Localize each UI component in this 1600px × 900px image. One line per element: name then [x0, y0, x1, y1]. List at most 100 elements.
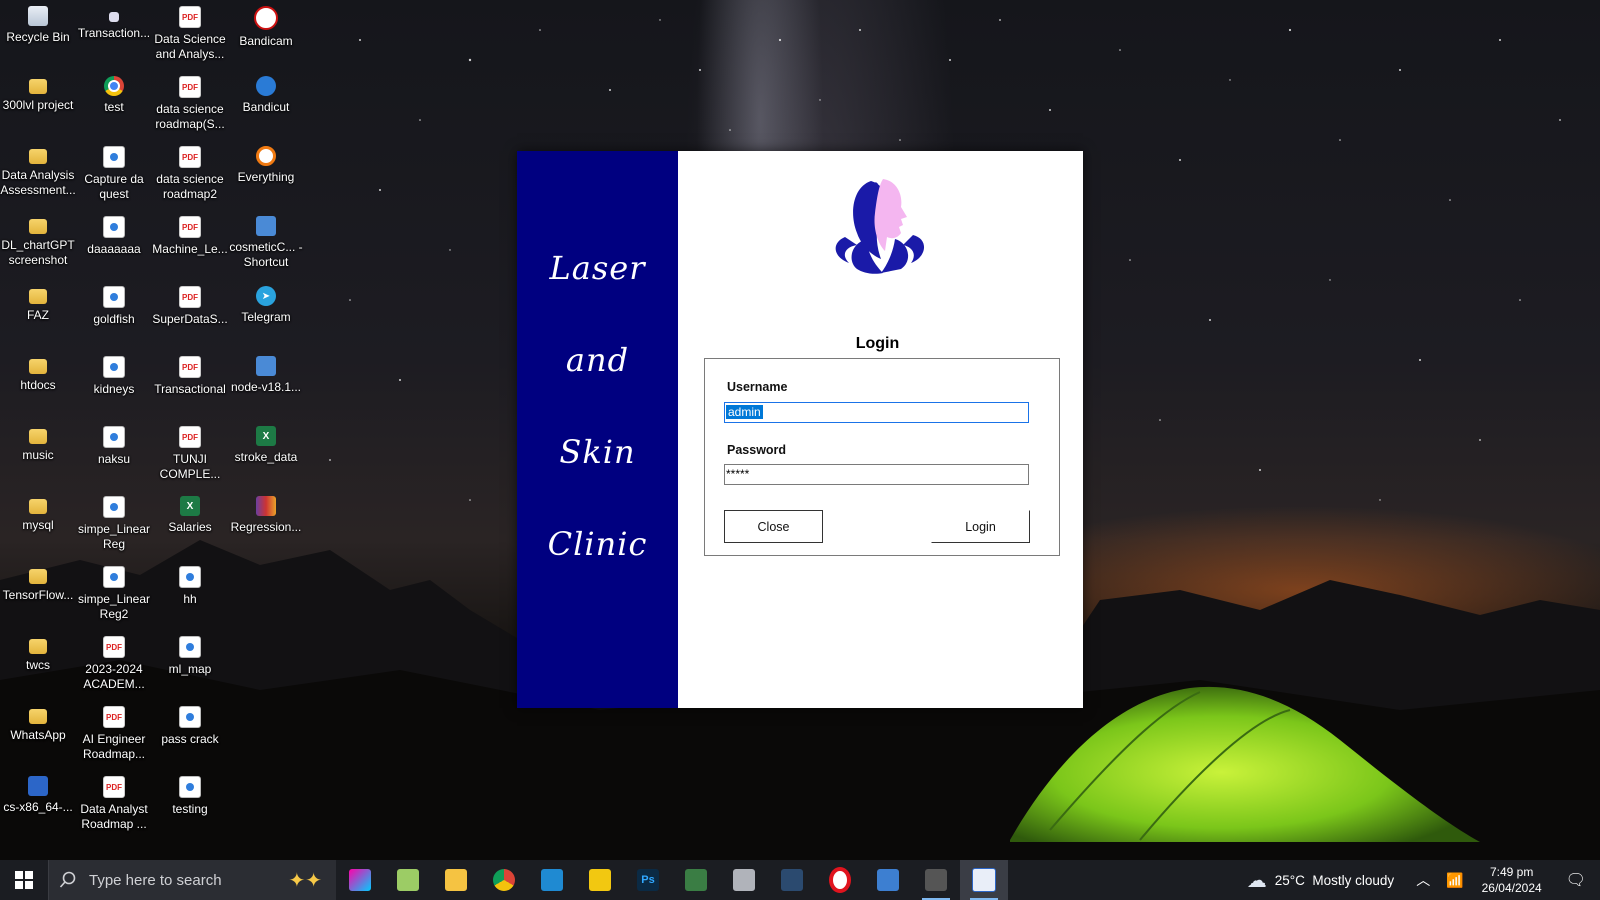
login-button[interactable]: Login	[931, 510, 1030, 543]
username-value: admin	[726, 405, 763, 419]
image-icon	[103, 426, 125, 448]
network-icon[interactable]: 📶	[1438, 872, 1471, 889]
chrome-icon	[104, 76, 124, 96]
desktop-icon-whatsapp[interactable]: WhatsApp	[0, 700, 76, 766]
image-icon	[179, 566, 201, 588]
taskbar-app-notepad-plus[interactable]	[384, 860, 432, 900]
desktop-icon-twcs[interactable]: twcs	[0, 630, 76, 696]
desktop-icon-telegram[interactable]: Telegram	[228, 280, 304, 346]
desktop-icon-transaction[interactable]: Transaction...	[76, 0, 152, 66]
desktop-icon-2023-2024-academ[interactable]: 2023-2024 ACADEM...	[76, 630, 152, 696]
desktop-icon-bandicam[interactable]: Bandicam	[228, 0, 304, 66]
taskbar-app-anaconda[interactable]	[672, 860, 720, 900]
banner-word-and: and	[565, 341, 630, 379]
taskbar-app-database[interactable]	[720, 860, 768, 900]
desktop-icon-faz[interactable]: FAZ	[0, 280, 76, 346]
mysql-workbench-icon	[781, 869, 803, 891]
desktop-icon-capture-da-quest[interactable]: Capture da quest	[76, 140, 152, 206]
taskbar-app-photoshop[interactable]: Ps	[624, 860, 672, 900]
desktop-icon-node[interactable]: node-v18.1...	[228, 350, 304, 416]
folder-icon	[29, 499, 47, 514]
taskbar-app-file-explorer[interactable]	[432, 860, 480, 900]
image-icon	[103, 566, 125, 588]
taskbar-app-mysql-workbench[interactable]	[768, 860, 816, 900]
image-icon	[103, 216, 125, 238]
taskbar-search-box[interactable]: Type here to search ✦✦	[48, 860, 336, 900]
side-banner: Laser and Skin Clinic	[517, 151, 678, 708]
pdf-icon	[179, 76, 201, 98]
desktop-icon-htdocs[interactable]: htdocs	[0, 350, 76, 416]
search-icon	[59, 871, 76, 888]
desktop-icon-data-analysis-assessment[interactable]: Data Analysis Assessment...	[0, 140, 76, 206]
taskbar-app-power-bi[interactable]	[576, 860, 624, 900]
taskbar-app-remote-desktop[interactable]	[864, 860, 912, 900]
password-field[interactable]: *****	[724, 464, 1029, 485]
anaconda-icon	[685, 869, 707, 891]
folder-icon	[29, 639, 47, 654]
desktop-icon-daaaaaaa[interactable]: daaaaaaa	[76, 210, 152, 276]
taskbar-app-copilot[interactable]	[336, 860, 384, 900]
remote-desktop-icon	[877, 869, 899, 891]
desktop-icon-test[interactable]: test	[76, 70, 152, 136]
banner-word-skin: Skin	[559, 433, 636, 471]
folder-icon	[29, 149, 47, 164]
desktop-icon-simpe-linear-reg[interactable]: simpe_Linear Reg	[76, 490, 152, 556]
taskbar-app-winforms[interactable]	[960, 860, 1008, 900]
winforms-app-icon	[972, 868, 996, 892]
desktop-icon-machine-le[interactable]: Machine_Le...	[152, 210, 228, 276]
pdf-icon	[103, 706, 125, 728]
desktop-icon-hh[interactable]: hh	[152, 560, 228, 626]
desktop-icon-naksu[interactable]: naksu	[76, 420, 152, 486]
folder-icon	[29, 359, 47, 374]
desktop-icon-salaries[interactable]: Salaries	[152, 490, 228, 556]
username-field[interactable]: admin	[724, 402, 1029, 423]
desktop-icon-data-science-analysis[interactable]: Data Science and Analys...	[152, 0, 228, 66]
desktop-icon-300lvl-project[interactable]: 300lvl project	[0, 70, 76, 136]
desktop-icon-regression[interactable]: Regression...	[228, 490, 304, 556]
desktop-icon-superdatas[interactable]: SuperDataS...	[152, 280, 228, 346]
desktop-icon-cosmetic-shortcut[interactable]: cosmeticC... - Shortcut	[228, 210, 304, 276]
everything-search-icon	[256, 146, 276, 166]
taskbar-app-opera[interactable]	[816, 860, 864, 900]
pdf-icon	[103, 776, 125, 798]
notification-icon[interactable]: 🗨	[1552, 870, 1600, 890]
windows-logo-icon	[15, 871, 33, 889]
desktop-icon-simpe-linear-reg2[interactable]: simpe_Linear Reg2	[76, 560, 152, 626]
taskbar-app-pen-tool[interactable]	[912, 860, 960, 900]
weather-widget[interactable]: ☁ 25°C Mostly cloudy	[1233, 868, 1408, 893]
desktop-icon-transactional[interactable]: Transactional	[152, 350, 228, 416]
clock[interactable]: 7:49 pm 26/04/2024	[1472, 864, 1552, 896]
desktop-icon-data-science-roadmap2[interactable]: data science roadmap2	[152, 140, 228, 206]
desktop-icon-music[interactable]: music	[0, 420, 76, 486]
clock-time: 7:49 pm	[1489, 865, 1534, 879]
image-icon	[103, 356, 125, 378]
close-button[interactable]: Close	[724, 510, 823, 543]
folder-icon	[29, 79, 47, 94]
start-button[interactable]	[0, 860, 48, 900]
database-icon	[733, 869, 755, 891]
desktop-icon-ai-engineer-roadmap[interactable]: AI Engineer Roadmap...	[76, 700, 152, 766]
desktop-icon-tensorflow[interactable]: TensorFlow...	[0, 560, 76, 626]
desktop-icon-cs-x86[interactable]: cs-x86_64-...	[0, 770, 76, 836]
taskbar-app-chrome[interactable]	[480, 860, 528, 900]
desktop-icon-tunji-comple[interactable]: TUNJI COMPLE...	[152, 420, 228, 486]
desktop-icon-pass-crack[interactable]: pass crack	[152, 700, 228, 766]
banner-word-clinic: Clinic	[547, 525, 648, 563]
desktop-icon-data-analyst-roadmap[interactable]: Data Analyst Roadmap ...	[76, 770, 152, 836]
desktop-icon-data-science-roadmap-s[interactable]: data science roadmap(S...	[152, 70, 228, 136]
desktop-icon-recycle-bin[interactable]: Recycle Bin	[0, 0, 76, 66]
chevron-up-icon[interactable]: ︿	[1408, 870, 1438, 890]
desktop-icon-dl-chartgpt[interactable]: DL_chartGPT screenshot	[0, 210, 76, 276]
taskbar-app-vscode[interactable]	[528, 860, 576, 900]
power-bi-icon	[589, 869, 611, 891]
desktop-icon-ml-map[interactable]: ml_map	[152, 630, 228, 696]
desktop-icon-goldfish[interactable]: goldfish	[76, 280, 152, 346]
shortcut-icon	[109, 12, 119, 22]
desktop-icon-mysql[interactable]: mysql	[0, 490, 76, 556]
desktop-icon-kidneys[interactable]: kidneys	[76, 350, 152, 416]
bandicut-icon	[256, 76, 276, 96]
desktop-icon-stroke-data[interactable]: stroke_data	[228, 420, 304, 486]
desktop-icon-bandicut[interactable]: Bandicut	[228, 70, 304, 136]
desktop-icon-everything[interactable]: Everything	[228, 140, 304, 206]
desktop-icon-testing[interactable]: testing	[152, 770, 228, 836]
